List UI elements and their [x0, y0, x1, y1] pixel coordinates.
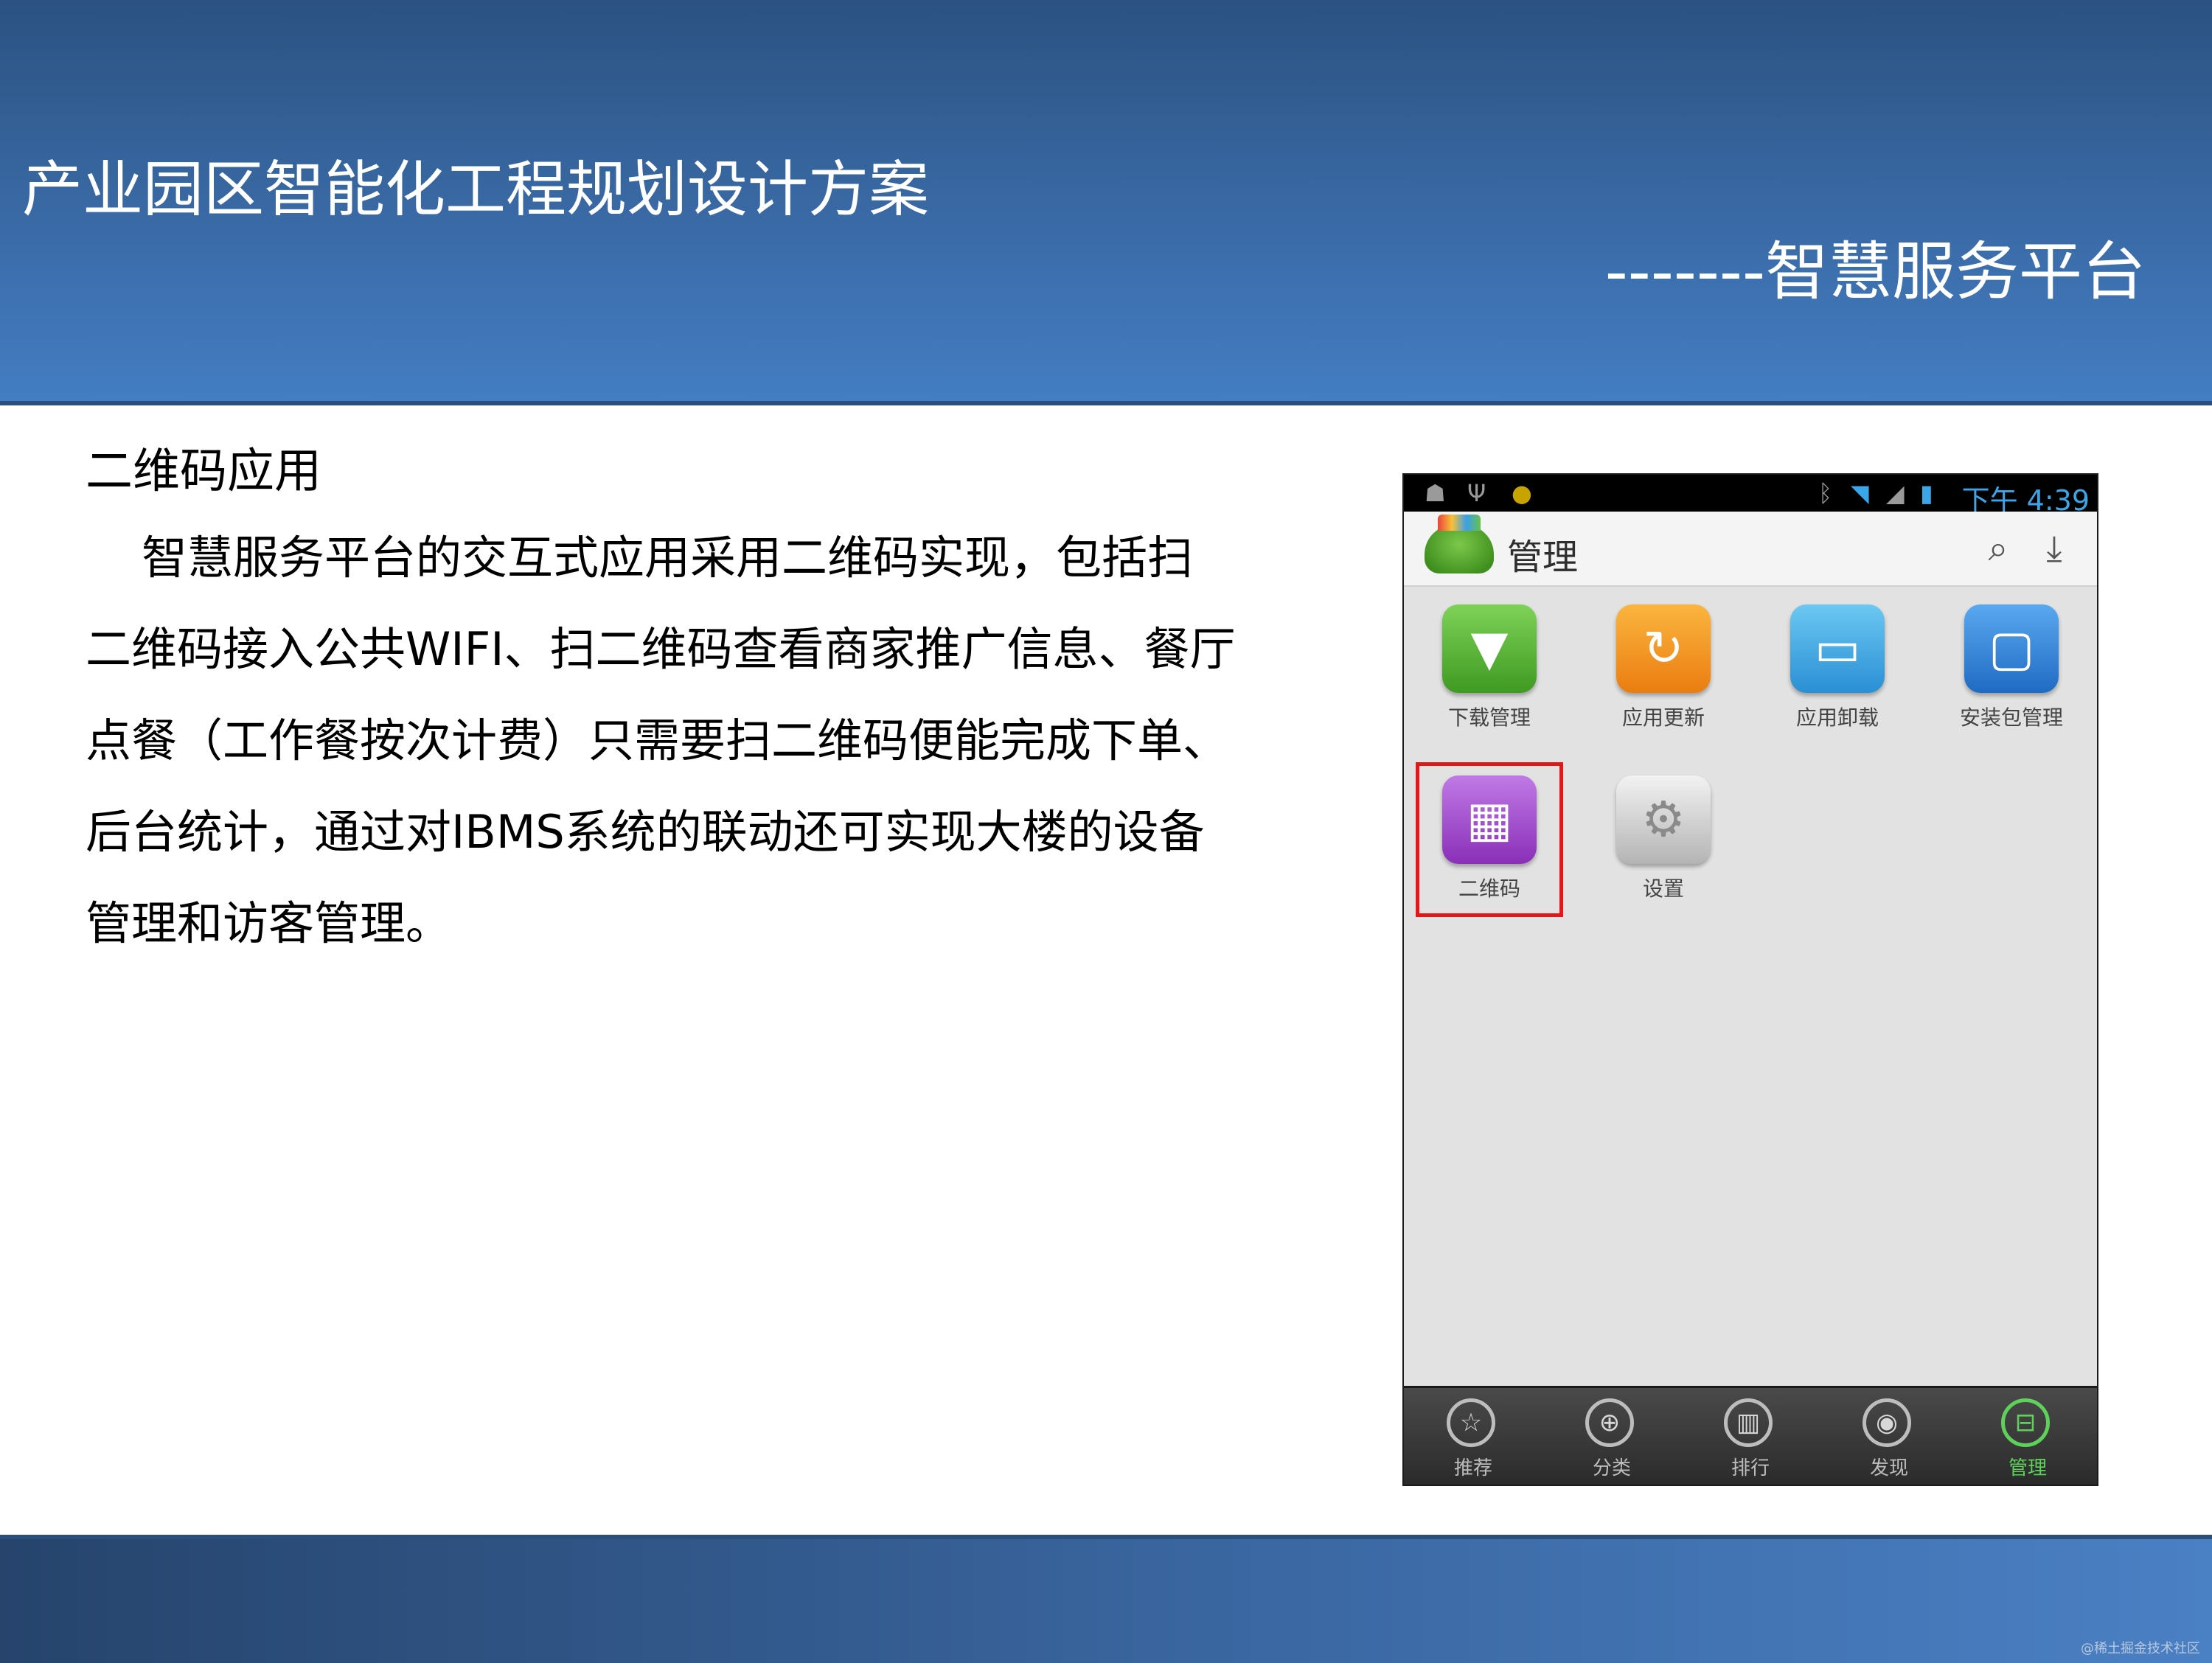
- nav-label: 推荐: [1453, 1457, 1492, 1479]
- watermark: @稀土掘金技术社区: [2081, 1641, 2200, 1656]
- app-label: 应用更新: [1621, 705, 1705, 730]
- wifi-icon: ◥: [1851, 479, 1869, 507]
- slide-subtitle: -------智慧服务平台: [1604, 235, 2146, 309]
- ranking-icon: ▥: [1724, 1398, 1773, 1447]
- app-uninstall[interactable]: ▭ 应用卸载: [1756, 604, 1919, 752]
- uninstall-icon: ▭: [1790, 604, 1885, 693]
- app-label: 安装包管理: [1959, 705, 2063, 730]
- app-label: 设置: [1642, 876, 1684, 901]
- download-arrow-icon: ▼: [1442, 604, 1537, 693]
- signal-icon: ◢: [1886, 479, 1905, 507]
- nav-tab-discover[interactable]: ◉ 发现: [1820, 1394, 1958, 1482]
- update-icon: ↻: [1616, 604, 1711, 693]
- nav-label: 排行: [1731, 1457, 1770, 1479]
- app-download-manager[interactable]: ▼ 下载管理: [1408, 604, 1571, 752]
- app-package-manager[interactable]: ▢ 安装包管理: [1930, 604, 2093, 752]
- app-bar: 管理 ⌕ ⤓: [1404, 512, 2097, 587]
- star-icon: ☆: [1447, 1398, 1495, 1447]
- slide-footer: @稀土掘金技术社区: [0, 1535, 2212, 1663]
- phone-screenshot: ☗ Ψ ● ᛒ ◥ ◢ ▮ 下午 4:39 管理 ⌕ ⤓ ▼ 下载管理 ↻ 应用…: [1402, 473, 2098, 1486]
- search-icon[interactable]: ⌕: [1978, 528, 2019, 569]
- app-update[interactable]: ↻ 应用更新: [1582, 604, 1745, 752]
- nav-tab-manage[interactable]: ⊟ 管理: [1958, 1394, 2097, 1482]
- body-paragraph: 智慧服务平台的交互式应用采用二维码实现，包括扫二维码接入公共WIFI、扫二维码查…: [86, 531, 1236, 950]
- gear-icon: ⚙: [1616, 775, 1711, 864]
- app-logo-icon: [1425, 515, 1494, 573]
- download-icon[interactable]: ⤓: [2034, 528, 2075, 569]
- battery-icon: ▮: [1920, 479, 1933, 507]
- slide-header: 产业园区智能化工程规划设计方案 -------智慧服务平台: [0, 0, 2212, 405]
- nav-tab-category[interactable]: ⊕ 分类: [1543, 1394, 1681, 1482]
- nav-tab-recommend[interactable]: ☆ 推荐: [1404, 1394, 1543, 1482]
- app-title: 管理: [1507, 537, 1579, 578]
- status-bar: ☗ Ψ ● ᛒ ◥ ◢ ▮ 下午 4:39: [1404, 475, 2097, 517]
- qrcode-highlight-box: [1416, 762, 1563, 917]
- category-icon: ⊕: [1585, 1398, 1634, 1447]
- slide-title: 产业园区智能化工程规划设计方案: [22, 155, 930, 225]
- app-label: 应用卸载: [1795, 705, 1879, 730]
- nav-label: 管理: [2008, 1457, 2047, 1479]
- usb-icon: Ψ: [1467, 479, 1486, 507]
- bottom-nav: ☆ 推荐 ⊕ 分类 ▥ 排行 ◉ 发现 ⊟ 管理: [1404, 1386, 2097, 1485]
- manage-icon: ⊟: [2001, 1398, 2050, 1447]
- eye-icon: ◉: [1863, 1398, 1911, 1447]
- nav-tab-ranking[interactable]: ▥ 排行: [1681, 1394, 1820, 1482]
- app-settings[interactable]: ⚙ 设置: [1582, 775, 1745, 923]
- app-label: 下载管理: [1447, 705, 1531, 730]
- section-heading: 二维码应用: [86, 444, 321, 499]
- nav-label: 分类: [1592, 1457, 1631, 1479]
- android-debug-icon: ☗: [1425, 479, 1446, 507]
- notification-icon: ●: [1512, 479, 1532, 507]
- package-icon: ▢: [1964, 604, 2059, 693]
- bluetooth-icon: ᛒ: [1818, 479, 1833, 507]
- nav-label: 发现: [1869, 1457, 1908, 1479]
